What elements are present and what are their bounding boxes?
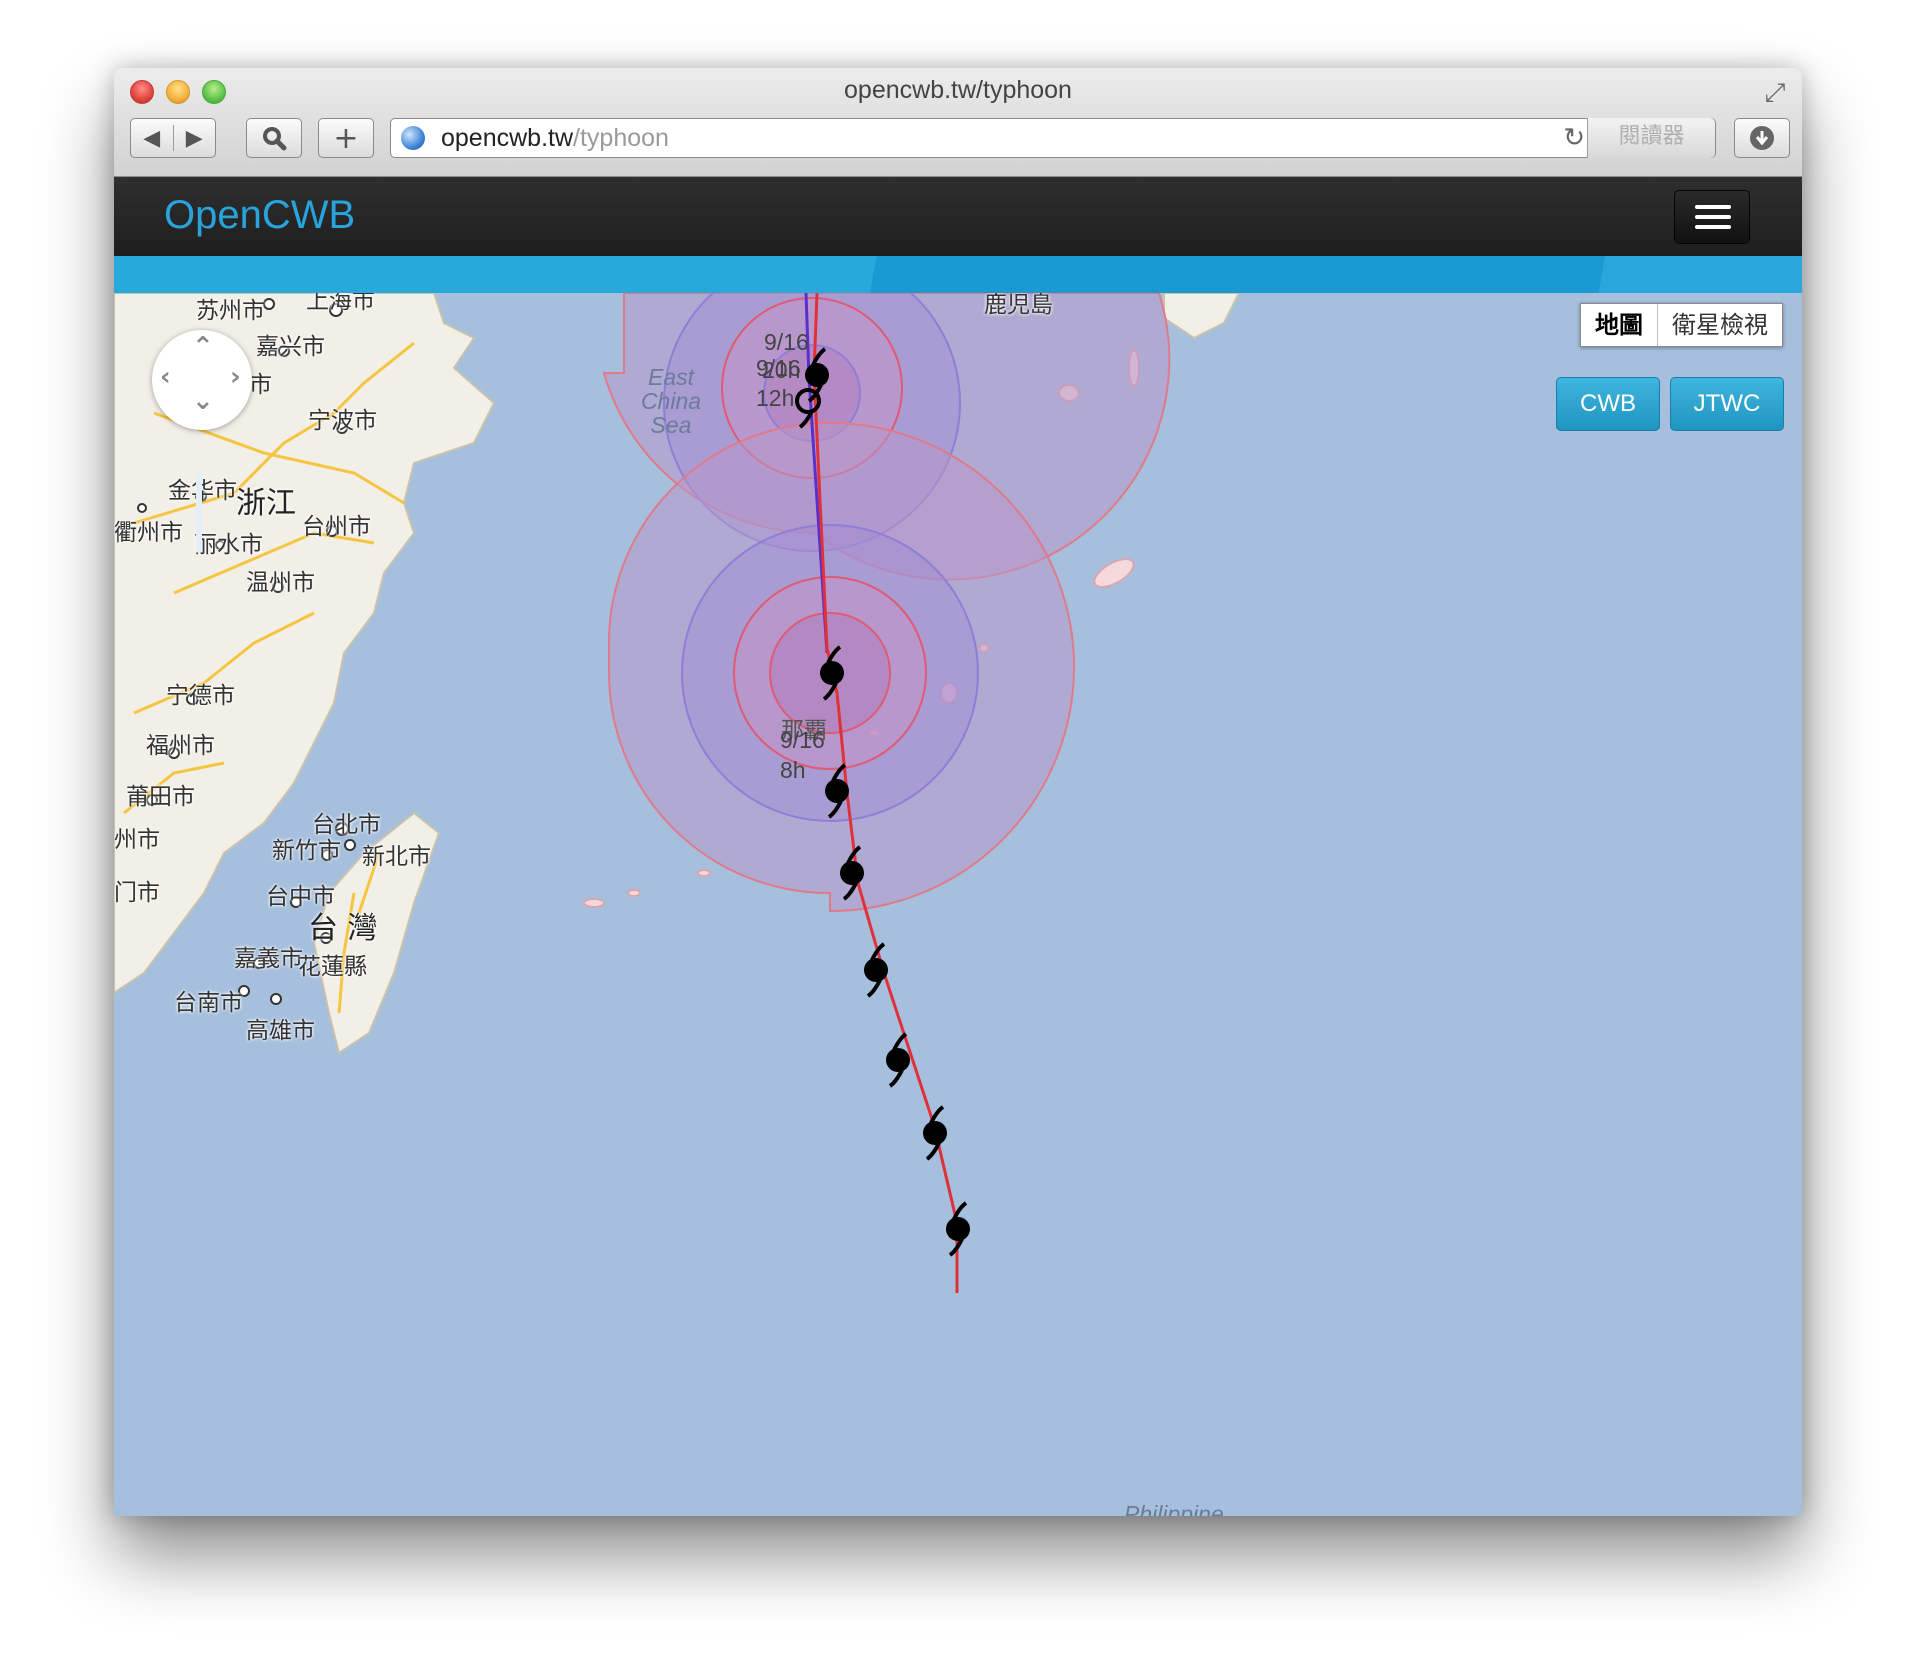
city-label-kagoshima: 鹿児島	[984, 293, 1053, 318]
city-label-wenzhou: 温州市	[246, 570, 315, 596]
url-path: /typhoon	[573, 124, 669, 152]
downloads-button[interactable]	[1734, 118, 1790, 158]
kyushu-coast	[1163, 293, 1241, 340]
typhoon-icon	[864, 942, 888, 998]
city-label-putian: 莆田市	[126, 784, 195, 810]
typhoon-icon	[923, 1105, 947, 1161]
back-forward-group: ◀ ▶	[130, 118, 216, 158]
track-label-date-a: 9/16	[764, 329, 809, 355]
sea-label-east-china-sea: East China Sea	[640, 364, 702, 438]
header-stripe	[114, 256, 1802, 293]
browser-window: opencwb.tw/typhoon ⤢ ◀ ▶ + opencwb.tw/ty…	[114, 68, 1802, 1516]
url-host: opencwb.tw	[441, 124, 574, 152]
city-label-tainan: 台南市	[174, 990, 243, 1016]
cwb-source-button[interactable]: CWB	[1556, 377, 1660, 431]
pan-right-icon[interactable]: ›	[230, 362, 241, 392]
city-label-ningde: 宁德市	[166, 683, 235, 709]
city-label-kaohsiung: 高雄市	[246, 1018, 315, 1044]
pan-up-icon[interactable]: ⌃	[192, 332, 214, 362]
city-label-xiamen: 门市	[114, 880, 160, 906]
city-label-lishui: 丽水市	[194, 532, 263, 558]
hamburger-icon	[1695, 215, 1731, 219]
jtwc-source-button[interactable]: JTWC	[1670, 377, 1784, 431]
city-label-new-taipei: 新北市	[362, 844, 431, 870]
city-label-hualien: 花蓮縣	[298, 954, 367, 980]
new-tab-button[interactable]: +	[318, 118, 374, 158]
zoom-slider[interactable]	[196, 473, 202, 553]
city-label-quzhou: 衢州市	[114, 520, 183, 546]
reader-button[interactable]: 閱讀器	[1587, 118, 1715, 158]
window-title: opencwb.tw/typhoon	[844, 76, 1072, 104]
map-type-control: 地圖 衛星檢視	[1580, 303, 1783, 347]
city-label-ningbo: 宁波市	[308, 408, 377, 434]
menu-toggle-button[interactable]	[1674, 190, 1750, 244]
track-label-hour-c: 8h	[780, 757, 806, 783]
city-label-hsinchu: 新竹市	[272, 838, 341, 864]
typhoon-map[interactable]: 苏州市 上海市 嘉兴市 州市 宁波市 金华市 浙江 衢州市 台州市 丽水市 温州…	[114, 293, 1802, 1516]
city-label-jinhua: 金华市	[168, 478, 237, 504]
pan-down-icon[interactable]: ⌄	[192, 386, 214, 416]
city-label-shanghai: 上海市	[306, 293, 375, 314]
globe-icon	[401, 126, 425, 150]
track-label-date-c: 9/16	[780, 727, 825, 753]
address-bar[interactable]: opencwb.tw/typhoon ↻ 閱讀器	[390, 118, 1716, 158]
reload-icon[interactable]: ↻	[1563, 123, 1585, 153]
forward-icon[interactable]: ▶	[174, 126, 216, 151]
province-label-zhejiang: 浙江	[236, 486, 296, 521]
city-label-quanzhou: 州市	[114, 827, 160, 853]
typhoon-icon	[946, 1201, 970, 1257]
fullscreen-icon[interactable]: ⤢	[1760, 78, 1790, 108]
back-icon[interactable]: ◀	[131, 126, 173, 151]
city-label-taizhou: 台州市	[302, 514, 371, 540]
pan-control[interactable]: ⌃ ‹ › ⌄	[152, 330, 252, 430]
city-label-suzhou: 苏州市	[196, 298, 265, 324]
search-icon	[263, 127, 287, 151]
map-type-satellite-button[interactable]: 衛星檢視	[1658, 304, 1782, 346]
city-label-chiayi: 嘉義市	[234, 946, 303, 972]
city-label-fuzhou: 福州市	[146, 733, 215, 759]
city-label-jiaxing: 嘉兴市	[256, 334, 325, 360]
plus-icon: +	[333, 120, 359, 156]
site-navbar: OpenCWB	[114, 177, 1802, 256]
map-type-roadmap-button[interactable]: 地圖	[1581, 304, 1658, 346]
track-label-date-b: 9/16	[756, 355, 801, 381]
browser-toolbar: opencwb.tw/typhoon ⤢ ◀ ▶ + opencwb.tw/ty…	[114, 68, 1802, 177]
url-text[interactable]: opencwb.tw/typhoon	[441, 124, 669, 153]
track-label-hour-b: 12h	[756, 385, 795, 411]
download-icon	[1750, 126, 1774, 150]
hamburger-icon	[1695, 205, 1731, 209]
search-button[interactable]	[246, 118, 302, 158]
hamburger-icon	[1695, 225, 1731, 229]
island-label-taiwan: 台 灣	[308, 911, 378, 946]
brand-logo[interactable]: OpenCWB	[164, 193, 355, 238]
pan-left-icon[interactable]: ‹	[160, 362, 171, 392]
country-label-philippines: Philippine	[1124, 1501, 1224, 1516]
